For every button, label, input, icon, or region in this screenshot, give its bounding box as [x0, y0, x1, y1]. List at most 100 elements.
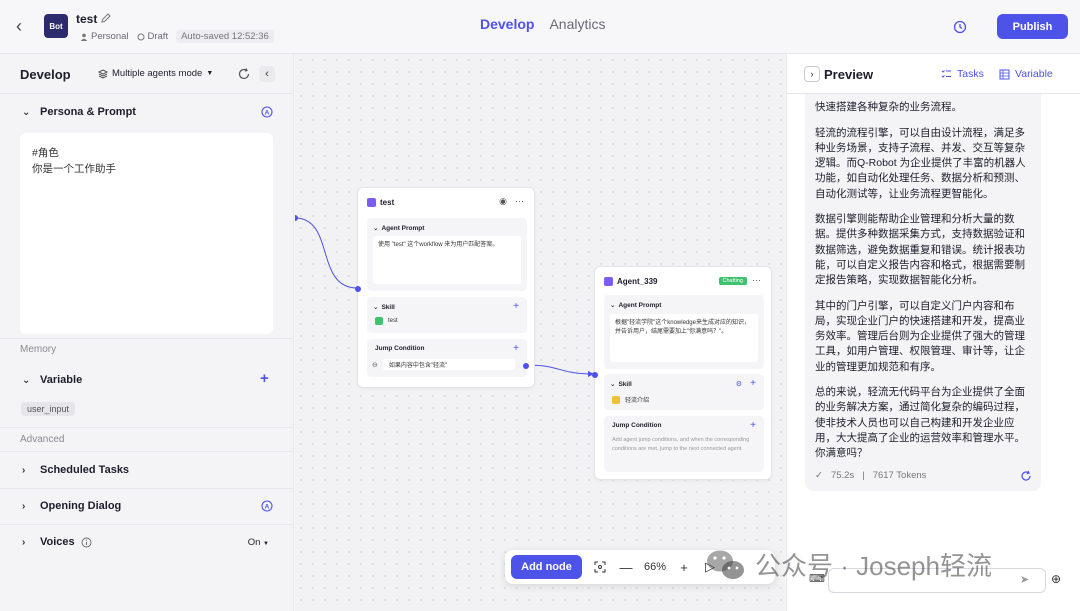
- preview-header: › Preview Tasks Variable: [787, 54, 1080, 94]
- add-node-button[interactable]: Add node: [511, 555, 582, 579]
- edit-icon[interactable]: [100, 12, 112, 24]
- mode-select[interactable]: Multiple agents mode ▼: [98, 68, 213, 79]
- skill-item-label: test: [388, 318, 398, 324]
- autosave-badge: Auto-saved 12:52:36: [176, 30, 274, 43]
- collapse-panel-button[interactable]: ‹: [259, 66, 275, 82]
- zoom-in-icon[interactable]: +: [676, 559, 692, 575]
- tasks-icon: [941, 69, 951, 78]
- add-variable-icon[interactable]: +: [260, 371, 274, 387]
- voices-toggle[interactable]: On ▼: [248, 537, 269, 548]
- advanced-group-label: Advanced: [20, 434, 65, 445]
- token-count: 7617 Tokens: [872, 470, 927, 481]
- opening-dialog-label: Opening Dialog: [40, 500, 122, 512]
- table-icon: [999, 69, 1010, 79]
- add-condition-icon[interactable]: +: [750, 420, 756, 431]
- message-paragraph: 快速搭建各种复杂的业务流程。: [815, 101, 962, 113]
- persona-prompt-section[interactable]: ⌄ Persona & Prompt A: [0, 94, 294, 130]
- history-icon[interactable]: [952, 19, 968, 35]
- mode-select-label: Multiple agents mode: [112, 68, 203, 79]
- agent-prompt-header: ⌄ Agent Prompt: [373, 224, 425, 233]
- chevron-down-icon: ⌄: [22, 106, 31, 118]
- add-skill-icon[interactable]: +: [750, 378, 756, 389]
- prompt-editor[interactable]: #角色 你是一个工作助手: [20, 133, 273, 334]
- zoom-out-icon[interactable]: —: [618, 559, 634, 575]
- output-port[interactable]: [523, 363, 529, 369]
- skill-item-label: 轻流介绍: [625, 398, 650, 404]
- tasks-button[interactable]: Tasks: [941, 68, 984, 80]
- agent-node-test[interactable]: test ◉ ··· ⌄ Agent Prompt 使用 "test" 这个wor…: [355, 187, 535, 388]
- develop-header: Develop Multiple agents mode ▼ ‹: [0, 54, 294, 94]
- node-title: test: [380, 198, 395, 207]
- more-icon[interactable]: ···: [752, 275, 761, 285]
- info-icon[interactable]: [81, 537, 92, 548]
- preview-title: Preview: [824, 67, 874, 82]
- ai-optimize-icon[interactable]: A: [260, 499, 274, 513]
- back-arrow-icon[interactable]: ‹: [16, 16, 32, 36]
- fit-view-icon[interactable]: [592, 559, 608, 575]
- settings-icon[interactable]: ⚙: [736, 380, 742, 388]
- elapsed-time: 75.2s: [830, 470, 855, 481]
- meta-separator: |: [862, 470, 865, 481]
- scheduled-tasks-section[interactable]: › Scheduled Tasks: [0, 452, 294, 488]
- agent-prompt-header: ⌄ Agent Prompt: [610, 301, 662, 310]
- agent-prompt-text[interactable]: 使用 "test" 这个workflow 来为用户匹配答案。: [373, 236, 521, 284]
- skill-card: ⌄ Skill ⚙ + 轻流介绍: [604, 374, 764, 410]
- agent-prompt-label: Agent Prompt: [618, 301, 662, 309]
- publish-button[interactable]: Publish: [997, 14, 1068, 39]
- refresh-history-icon[interactable]: [237, 67, 251, 81]
- opening-dialog-section[interactable]: › Opening Dialog A: [0, 488, 294, 524]
- chevron-down-icon: ⌄: [373, 225, 379, 232]
- workflow-canvas[interactable]: test ◉ ··· ⌄ Agent Prompt 使用 "test" 这个wor…: [295, 54, 785, 611]
- workflow-icon: [375, 317, 383, 325]
- message-meta: ✓ 75.2s | 7617 Tokens: [815, 470, 926, 481]
- zoom-level[interactable]: 66%: [644, 561, 666, 573]
- agent-node-agent-339[interactable]: Agent_339 Chatting ··· ⌄ Agent Prompt 根据"…: [592, 266, 772, 480]
- ai-optimize-icon[interactable]: A: [260, 105, 274, 119]
- chat-input[interactable]: [828, 568, 1046, 593]
- persona-prompt-label: Persona & Prompt: [40, 106, 136, 118]
- chevron-down-icon: ⌄: [610, 381, 616, 388]
- expand-icon[interactable]: ›: [804, 66, 820, 82]
- variable-chip[interactable]: user_input: [21, 402, 76, 416]
- bot-avatar[interactable]: Bot: [44, 14, 68, 38]
- chevron-down-icon: ⌄: [373, 304, 379, 311]
- status-text: Draft: [147, 31, 169, 42]
- jump-condition-item[interactable]: ⊖ 如果内容中包含"轻流": [372, 359, 515, 370]
- send-icon[interactable]: ➤: [1020, 573, 1034, 587]
- skill-item[interactable]: test: [375, 317, 398, 325]
- tab-analytics[interactable]: Analytics: [549, 16, 605, 32]
- agent-prompt-card: ⌄ Agent Prompt 使用 "test" 这个workflow 来为用户匹…: [367, 218, 527, 291]
- voices-section[interactable]: › Voices On ▼: [0, 524, 294, 560]
- input-port[interactable]: [355, 286, 361, 292]
- keyboard-icon[interactable]: ⌨: [809, 572, 825, 586]
- variable-button[interactable]: Variable: [999, 68, 1053, 80]
- add-condition-icon[interactable]: +: [513, 343, 519, 354]
- bot-meta: Personal Draft Auto-saved 12:52:36: [80, 30, 274, 43]
- agent-prompt-text[interactable]: 根据"轻流学院"这个knowledge来生成对应的知识，并告诉用户，结尾需要加上…: [610, 314, 758, 362]
- add-skill-icon[interactable]: +: [513, 301, 519, 312]
- more-icon[interactable]: ···: [515, 196, 524, 207]
- chevron-right-icon: ›: [22, 464, 26, 476]
- node-actions: ···: [752, 275, 761, 285]
- tasks-label: Tasks: [957, 68, 984, 80]
- variable-section[interactable]: ⌄ Variable +: [0, 362, 294, 398]
- remove-condition-icon[interactable]: ⊖: [372, 361, 378, 369]
- play-icon[interactable]: ◉: [499, 196, 507, 207]
- divider: [0, 338, 294, 339]
- add-attachment-icon[interactable]: ⊕: [1051, 572, 1065, 586]
- skill-header: ⌄ Skill: [373, 303, 395, 312]
- divider: [0, 427, 294, 428]
- input-port[interactable]: [592, 372, 598, 378]
- layers-icon: [98, 68, 108, 79]
- memory-group-label: Memory: [20, 344, 57, 355]
- knowledge-icon: [612, 395, 620, 404]
- pointer-icon[interactable]: ▷: [702, 559, 718, 575]
- tab-develop[interactable]: Develop: [480, 16, 534, 32]
- skill-item[interactable]: 轻流介绍: [612, 395, 649, 404]
- voices-value: On: [247, 537, 261, 548]
- variable-label: Variable: [40, 374, 83, 386]
- agent-prompt-label: Agent Prompt: [381, 224, 425, 232]
- chevron-right-icon: ›: [22, 536, 26, 548]
- node-actions: ◉ ···: [499, 196, 524, 207]
- regenerate-icon[interactable]: [1020, 470, 1032, 482]
